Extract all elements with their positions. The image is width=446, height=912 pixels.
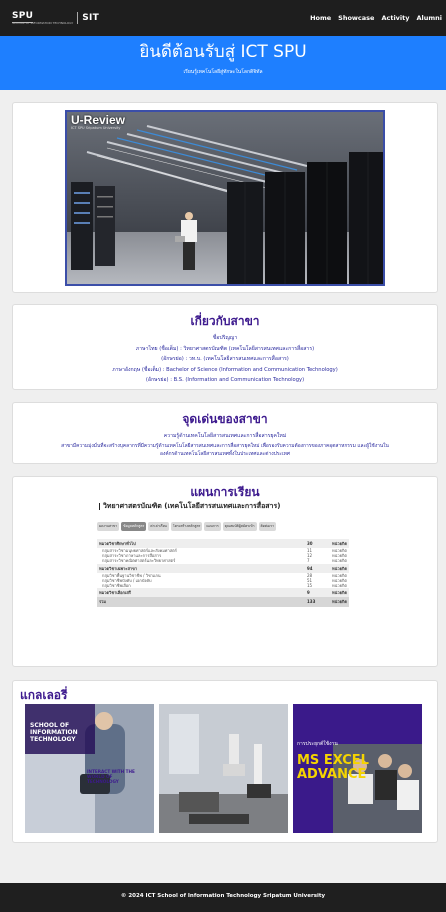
curriculum-row-credits: 30 bbox=[307, 541, 313, 546]
about-line: ภาษาไทย (ชื่อเต็ม) : วิทยาศาสตรบัณฑิต (เ… bbox=[135, 345, 315, 352]
curriculum-row-unit: หน่วยกิต bbox=[332, 541, 347, 546]
logo-subtext: SCHOOL OF INFORMATION TECHNOLOGY bbox=[12, 21, 74, 25]
highlights-line: องค์กรด้านเทคโนโลยีสารสนเทศทั้งในประเทศแ… bbox=[160, 450, 290, 457]
footer: © 2024 ICT School of Information Technol… bbox=[0, 883, 446, 912]
highlights-line: สาขามีความมุ่งมั่นที่จะสร้างบุคลากรที่มี… bbox=[61, 442, 389, 449]
video-subtitle: ICT SPU Sripatum University bbox=[71, 126, 121, 130]
highlights-line: ความรู้ด้านเทคโนโลยีสารสนเทศและการสื่อสา… bbox=[163, 433, 287, 439]
curriculum-row-label: รวม bbox=[99, 599, 107, 605]
curriculum-tab[interactable]: ผลงานสาขา bbox=[97, 522, 120, 531]
gallery-item-1[interactable]: SCHOOL OF INFORMATION TECHNOLOGY INTERAC… bbox=[25, 704, 154, 833]
curriculum-row: รวม 133 หน่วยกิต bbox=[97, 597, 349, 608]
curriculum-row-credits: 133 bbox=[307, 599, 316, 605]
about-card: เกี่ยวกับสาขา ชื่อปริญญา ภาษาไทย (ชื่อเต… bbox=[12, 304, 438, 390]
logo-divider bbox=[77, 12, 79, 24]
curriculum-tab[interactable]: แผนการ bbox=[204, 522, 221, 531]
spu-sit-logo[interactable]: SPU SCHOOL OF INFORMATION TECHNOLOGY SIT bbox=[12, 11, 99, 25]
curriculum-row-label: หมวดวิชาศึกษาทั่วไป bbox=[99, 541, 136, 546]
footer-copyright: © 2024 ICT School of Information Technol… bbox=[120, 893, 326, 899]
gallery-item-2[interactable] bbox=[159, 704, 288, 833]
video-player[interactable]: U-Review ICT SPU Sripatum University bbox=[65, 110, 385, 286]
highlights-card: จุดเด่นของสาขา ความรู้ด้านเทคโนโลยีสารสน… bbox=[12, 402, 438, 464]
about-line: ภาษาอังกฤษ (ชื่อเต็ม) : Bachelor of Scie… bbox=[112, 366, 338, 373]
gallery-heading: แกลเลอรี่ bbox=[20, 688, 68, 702]
highlights-heading: จุดเด่นของสาขา bbox=[182, 412, 268, 426]
curriculum-tab[interactable]: โครงสร้างหลักสูตร bbox=[170, 522, 203, 531]
curriculum-image[interactable]: วิทยาศาสตรบัณฑิต (เทคโนโลยีสารสนเทศและกา… bbox=[97, 501, 349, 651]
curriculum-row: หมวดวิชาศึกษาทั่วไป 30 หน่วยกิต bbox=[97, 539, 349, 548]
curriculum-card: แผนการเรียน วิทยาศาสตรบัณฑิต (เทคโนโลยีส… bbox=[12, 476, 438, 667]
curriculum-row-label: หมวดวิชาเลือกเสรี bbox=[99, 590, 131, 596]
curriculum-row-unit: หน่วยกิต bbox=[332, 590, 347, 596]
nav-alumni-link[interactable]: Alumni bbox=[416, 14, 442, 22]
hero-title: ยินดีต้อนรับสู่ ICT SPU bbox=[139, 42, 307, 62]
top-navbar: SPU SCHOOL OF INFORMATION TECHNOLOGY SIT… bbox=[0, 0, 446, 36]
curriculum-tab[interactable]: ติดต่อเรา bbox=[258, 522, 277, 531]
video-card: U-Review ICT SPU Sripatum University bbox=[12, 102, 438, 293]
curriculum-row: หมวดวิชาเลือกเสรี 9 หน่วยกิต bbox=[97, 588, 349, 598]
about-line: (อักษรย่อ) : B.S. (Information and Commu… bbox=[145, 377, 305, 383]
curriculum-row-label: หมวดวิชาเฉพาะสาขา bbox=[99, 565, 138, 571]
gallery-image-2 bbox=[159, 704, 288, 833]
gallery-card: แกลเลอรี่ SCHOOL OF INFORMATION TECHNOLO… bbox=[12, 680, 438, 843]
gallery-item-3[interactable]: การประยุกต์ใช้งาน MS EXCEL ADVANCE bbox=[293, 704, 422, 833]
curriculum-tab[interactable]: ค่าเล่าเรียน bbox=[148, 522, 169, 531]
curriculum-row: หมวดวิชาเฉพาะสาขา 94 หน่วยกิต bbox=[97, 563, 349, 573]
gallery-item-3-top: การประยุกต์ใช้งาน bbox=[297, 741, 338, 747]
hero-subtitle: เรียนรู้เทคโนโลยีสู่ทักษะในโลกดิจิทัล bbox=[183, 69, 263, 75]
about-line: (อักษรย่อ) : วท.บ. (เทคโนโลยีสารสนเทศและ… bbox=[161, 356, 289, 362]
curriculum-degree-title: วิทยาศาสตรบัณฑิต (เทคโนโลยีสารสนเทศและกา… bbox=[97, 501, 349, 512]
curriculum-heading: แผนการเรียน bbox=[190, 485, 260, 499]
curriculum-tabs: ผลงานสาขา ข้อมูลหลักสูตร ค่าเล่าเรียน โครงส… bbox=[97, 522, 349, 531]
curriculum-tab[interactable]: ข้อมูลหลักสูตร bbox=[121, 522, 147, 531]
video-title: U-Review bbox=[71, 113, 126, 127]
hero-banner: ยินดีต้อนรับสู่ ICT SPU เรียนรู้เทคโนโลย… bbox=[0, 36, 446, 90]
gallery-item-1-text: SCHOOL OF INFORMATION TECHNOLOGY bbox=[30, 722, 78, 743]
curriculum-row-unit: หน่วยกิต bbox=[332, 565, 347, 571]
gallery-item-3-title: MS EXCEL ADVANCE bbox=[297, 753, 369, 782]
main-nav: Home Showcase Activity Alumni bbox=[310, 14, 442, 22]
gallery-item-1-tag: INTERACT WITH THE WORLD OF TECHNOLOGY bbox=[87, 769, 135, 784]
curriculum-row-credits: 9 bbox=[307, 590, 310, 596]
logo-text-sit: SIT bbox=[82, 13, 100, 23]
about-heading: เกี่ยวกับสาขา bbox=[190, 314, 260, 328]
nav-showcase-link[interactable]: Showcase bbox=[338, 14, 374, 22]
curriculum-row-unit: หน่วยกิต bbox=[332, 599, 347, 605]
curriculum-table: หมวดวิชาศึกษาทั่วไป 30 หน่วยกิต กลุ่มสาระวิ… bbox=[97, 539, 349, 608]
curriculum-tab[interactable]: คุณสมบัติผู้สมัครเข้า bbox=[222, 522, 257, 531]
about-line: ชื่อปริญญา bbox=[212, 335, 238, 341]
nav-home-link[interactable]: Home bbox=[310, 14, 331, 22]
curriculum-row-credits: 94 bbox=[307, 565, 313, 571]
nav-activity-link[interactable]: Activity bbox=[381, 14, 409, 22]
server-room-image bbox=[67, 112, 383, 284]
